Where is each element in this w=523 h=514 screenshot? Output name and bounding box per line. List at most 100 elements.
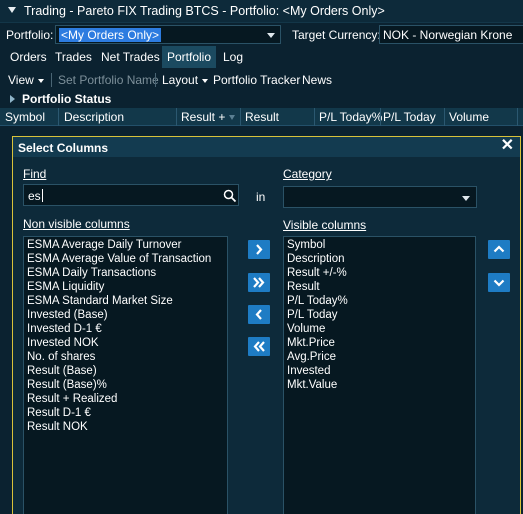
- expand-triangle-icon[interactable]: [10, 95, 15, 103]
- portfolio-row: Portfolio: <My Orders Only> Target Curre…: [0, 23, 523, 46]
- column-divider[interactable]: [58, 108, 59, 126]
- list-item[interactable]: Result: [287, 281, 320, 293]
- list-item[interactable]: Mkt.Price: [287, 337, 335, 349]
- column-divider[interactable]: [176, 108, 177, 126]
- list-item[interactable]: ESMA Average Daily Turnover: [27, 239, 181, 251]
- chevron-down-icon: [462, 196, 470, 201]
- list-item[interactable]: ESMA Liquidity: [27, 281, 104, 293]
- dialog-title: Select Columns: [18, 141, 109, 155]
- column-header-pl-today[interactable]: P/L Today: [383, 110, 436, 124]
- toolbar-divider: [51, 73, 52, 87]
- column-header-result-plus[interactable]: Result +: [181, 110, 236, 124]
- double-chevron-left-icon: [253, 341, 265, 352]
- list-item[interactable]: P/L Today: [287, 309, 338, 321]
- portfolio-tracker-button[interactable]: Portfolio Tracker: [213, 73, 300, 87]
- currency-select[interactable]: NOK - Norwegian Krone: [379, 25, 523, 44]
- find-input[interactable]: es: [23, 184, 239, 206]
- column-divider[interactable]: [314, 108, 315, 126]
- chevron-down-icon: [493, 279, 505, 287]
- toolbar-divider: [155, 73, 156, 87]
- find-input-value: es: [28, 189, 41, 203]
- find-label: Find: [23, 167, 47, 181]
- category-label: Category: [283, 167, 332, 181]
- move-left-button[interactable]: [248, 305, 270, 324]
- chevron-down-icon: [37, 78, 44, 83]
- list-item[interactable]: P/L Today%: [287, 295, 348, 307]
- column-header-symbol[interactable]: Symbol: [5, 110, 45, 124]
- column-divider[interactable]: [380, 108, 381, 126]
- column-header-volume[interactable]: Volume: [449, 110, 489, 124]
- chevron-left-icon: [255, 309, 262, 320]
- list-item[interactable]: Volume: [287, 323, 325, 335]
- layout-menu[interactable]: Layout: [162, 73, 209, 87]
- column-header-description[interactable]: Description: [64, 110, 124, 124]
- category-select[interactable]: [283, 186, 477, 208]
- move-right-button[interactable]: [248, 240, 270, 259]
- portfolio-label: Portfolio:: [6, 28, 54, 42]
- list-item[interactable]: Result D-1 €: [27, 407, 91, 419]
- list-item[interactable]: Result (Base): [27, 365, 97, 377]
- view-menu-label: View: [8, 73, 34, 87]
- list-item[interactable]: ESMA Standard Market Size: [27, 295, 173, 307]
- dialog-header: Select Columns ✕: [13, 137, 520, 157]
- chevron-down-icon: [202, 78, 209, 83]
- tab-trades[interactable]: Trades: [50, 46, 97, 68]
- tab-orders[interactable]: Orders: [5, 46, 52, 68]
- window-menu-chevron-icon[interactable]: [8, 7, 16, 13]
- list-item[interactable]: Invested (Base): [27, 309, 108, 321]
- portfolio-select[interactable]: <My Orders Only>: [55, 25, 281, 44]
- column-divider[interactable]: [240, 108, 241, 126]
- move-all-right-button[interactable]: [248, 273, 270, 292]
- news-button[interactable]: News: [302, 73, 332, 87]
- grid-header: Symbol Description Result + Result P/L T…: [0, 108, 523, 126]
- tab-portfolio[interactable]: Portfolio: [162, 46, 217, 68]
- title-bar: Trading - Pareto FIX Trading BTCS - Port…: [0, 0, 523, 23]
- toolbar: View Set Portfolio Name Layout Portfolio…: [0, 69, 523, 91]
- portfolio-status-title: Portfolio Status: [22, 92, 112, 106]
- tab-log[interactable]: Log: [218, 46, 248, 68]
- move-all-left-button[interactable]: [248, 337, 270, 356]
- column-header-pl-today-pct[interactable]: P/L Today%: [319, 110, 382, 124]
- chevron-up-icon: [493, 245, 505, 253]
- set-portfolio-name-button[interactable]: Set Portfolio Name: [58, 73, 159, 87]
- double-chevron-right-icon: [253, 277, 265, 288]
- column-header-result-plus-label: Result +: [181, 110, 226, 124]
- move-up-button[interactable]: [488, 240, 510, 259]
- move-down-button[interactable]: [488, 273, 510, 292]
- non-visible-columns-label: Non visible columns: [23, 217, 130, 231]
- column-divider[interactable]: [517, 108, 518, 126]
- portfolio-status-header[interactable]: Portfolio Status: [0, 91, 523, 108]
- list-item[interactable]: Mkt.Value: [287, 379, 337, 391]
- list-item[interactable]: Result (Base)%: [27, 379, 107, 391]
- select-columns-dialog: Select Columns ✕ Find es in Category Non…: [12, 136, 521, 514]
- search-icon[interactable]: [223, 189, 237, 203]
- list-item[interactable]: Result +/-%: [287, 267, 347, 279]
- view-menu[interactable]: View: [8, 73, 44, 87]
- chevron-right-icon: [256, 244, 263, 255]
- visible-columns-list[interactable]: Symbol Description Result +/-% Result P/…: [283, 236, 476, 514]
- portfolio-select-value: <My Orders Only>: [59, 28, 162, 42]
- list-item[interactable]: No. of shares: [27, 351, 95, 363]
- layout-menu-label: Layout: [162, 73, 199, 87]
- list-item[interactable]: Result NOK: [27, 421, 88, 433]
- visible-columns-label: Visible columns: [283, 218, 367, 232]
- list-item[interactable]: Symbol: [287, 239, 325, 251]
- list-item[interactable]: Description: [287, 253, 345, 265]
- list-item[interactable]: Result + Realized: [27, 393, 117, 405]
- list-item[interactable]: Avg.Price: [287, 351, 336, 363]
- close-icon[interactable]: ✕: [501, 138, 514, 154]
- column-header-result[interactable]: Result: [245, 110, 279, 124]
- tab-net-trades[interactable]: Net Trades: [96, 46, 165, 68]
- non-visible-columns-list[interactable]: ESMA Average Daily Turnover ESMA Average…: [23, 236, 228, 514]
- list-item[interactable]: Invested D-1 €: [27, 323, 102, 335]
- list-item[interactable]: ESMA Daily Transactions: [27, 267, 156, 279]
- sort-desc-icon: [229, 115, 236, 121]
- list-item[interactable]: Invested NOK: [27, 337, 99, 349]
- list-item[interactable]: Invested: [287, 365, 330, 377]
- column-divider[interactable]: [444, 108, 445, 126]
- in-label: in: [256, 190, 266, 204]
- tab-bar: Orders Trades Net Trades Portfolio Log: [0, 46, 523, 69]
- list-item[interactable]: ESMA Average Value of Transaction: [27, 253, 211, 265]
- currency-label: Target Currency:: [292, 28, 381, 42]
- currency-select-value: NOK - Norwegian Krone: [383, 28, 513, 42]
